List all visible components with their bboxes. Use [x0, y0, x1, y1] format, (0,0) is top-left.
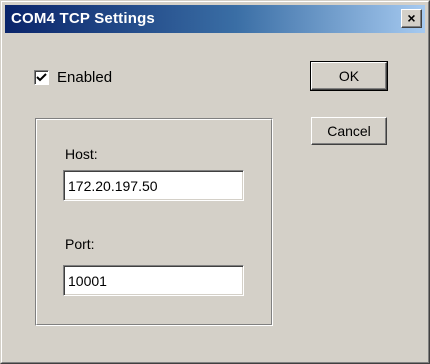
cancel-button[interactable]: Cancel	[311, 117, 387, 145]
cancel-button-label: Cancel	[327, 123, 371, 139]
port-label: Port:	[65, 236, 95, 252]
enabled-checkbox[interactable]	[34, 70, 49, 85]
title-bar[interactable]: COM4 TCP Settings ×	[5, 5, 425, 33]
dialog-window: COM4 TCP Settings × Enabled Host: Port: …	[0, 0, 430, 364]
connection-groupbox: Host: Port:	[35, 118, 273, 326]
window-title: COM4 TCP Settings	[11, 10, 155, 27]
port-input[interactable]	[63, 265, 244, 296]
ok-button-label: OK	[338, 68, 360, 84]
host-input[interactable]	[63, 170, 244, 201]
close-button[interactable]: ×	[401, 9, 422, 28]
host-label: Host:	[65, 146, 98, 162]
ok-button[interactable]: OK	[310, 61, 388, 91]
checkmark-icon	[36, 73, 47, 82]
close-icon: ×	[407, 10, 416, 26]
enabled-label[interactable]: Enabled	[57, 69, 112, 86]
dialog-frame: COM4 TCP Settings × Enabled Host: Port: …	[1, 1, 429, 363]
